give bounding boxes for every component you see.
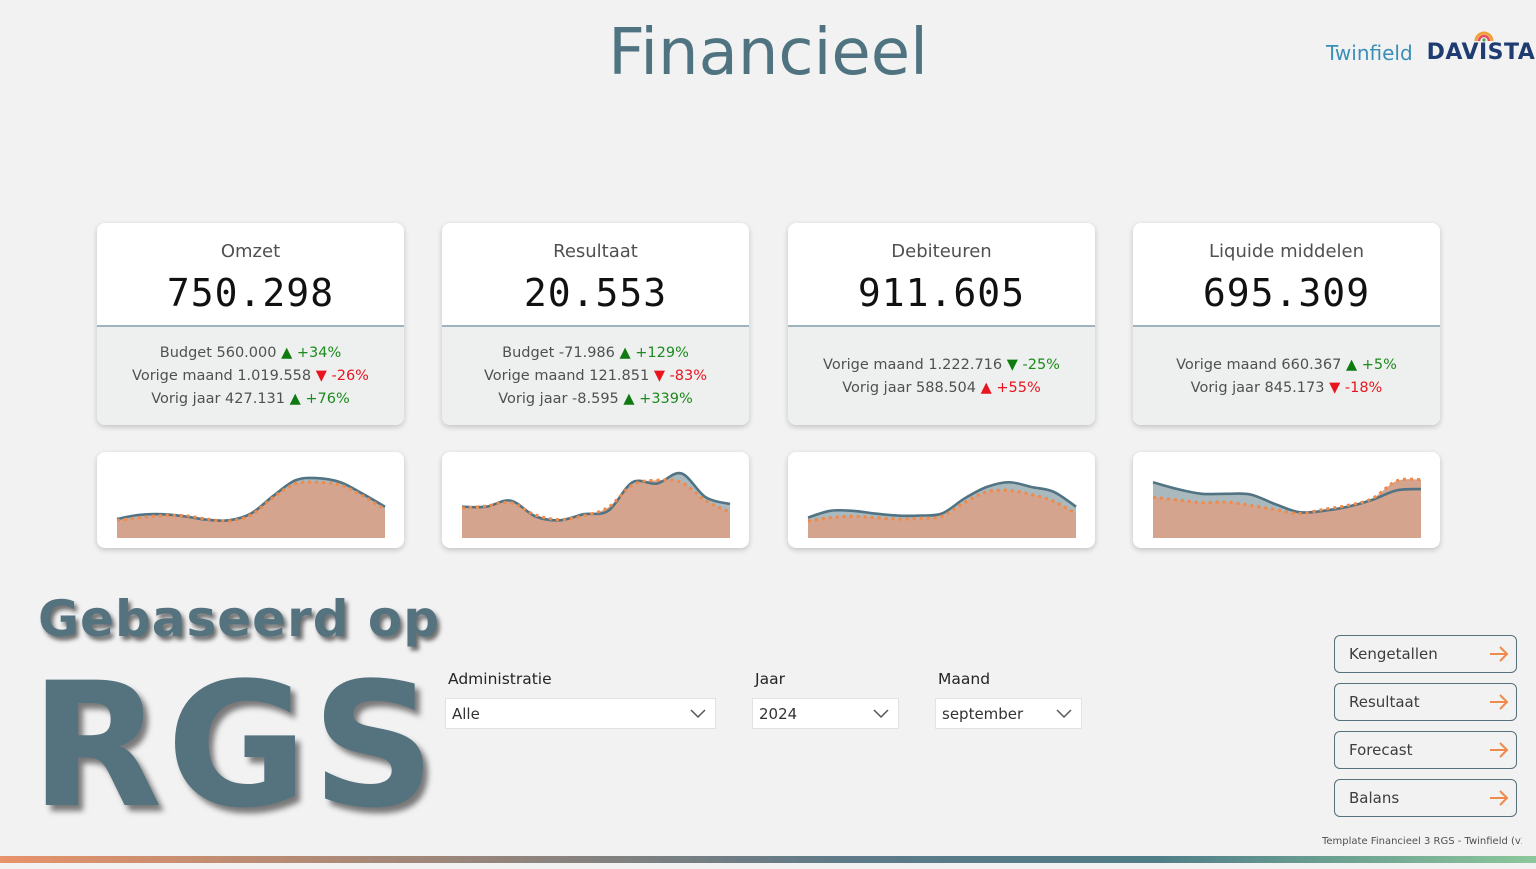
nav-button-label: Kengetallen xyxy=(1349,645,1438,663)
nav-button-label: Balans xyxy=(1349,789,1400,807)
arrow-down-icon: ▼ xyxy=(315,368,327,384)
nav-button-label: Forecast xyxy=(1349,741,1413,759)
kpi-card-debiteuren: Debiteuren 911.605 Vorige maand 1.222.71… xyxy=(788,223,1095,425)
kpi-value: 750.298 xyxy=(166,271,335,315)
davista-swirl-icon xyxy=(1474,31,1494,42)
comparison-area xyxy=(117,481,385,538)
arrow-up-icon: ▲ xyxy=(281,345,293,361)
kpi-comparisons: Budget -71.986 ▲ +129% Vorige maand 121.… xyxy=(442,325,749,425)
kpi-card-liquide-middelen: Liquide middelen 695.309 Vorige maand 66… xyxy=(1133,223,1440,425)
arrow-right-icon xyxy=(1490,790,1509,806)
arrow-up-icon: ▲ xyxy=(619,345,631,361)
sparkline-chart xyxy=(461,471,731,538)
kpi-comparisons: Vorige maand 660.367 ▲ +5% Vorig jaar 84… xyxy=(1133,325,1440,425)
arrow-right-icon xyxy=(1490,646,1509,662)
jaar-dropdown[interactable]: 2024 xyxy=(752,698,899,729)
kpi-comparison-line: Vorig jaar 845.173 ▼ -18% xyxy=(1190,379,1383,396)
slicer-label-jaar: Jaar xyxy=(755,670,785,688)
kpi-comparison-line: Vorig jaar 427.131 ▲ +76% xyxy=(151,391,350,407)
kpi-title: Liquide middelen xyxy=(1208,241,1365,262)
kpi-comparison-line: Vorig jaar -8.595 ▲ +339% xyxy=(498,391,693,407)
arrow-right-icon xyxy=(1490,694,1509,710)
page-title: Financieel xyxy=(608,16,928,90)
arrow-down-icon: ▼ xyxy=(1006,356,1018,373)
sparkline-card-liquide-middelen[interactable] xyxy=(1133,452,1440,548)
sparkline-chart xyxy=(807,480,1077,538)
sparkline-card-omzet[interactable] xyxy=(97,452,404,548)
kpi-comparison-line: Budget 560.000 ▲ +34% xyxy=(159,345,342,361)
chevron-down-icon xyxy=(873,709,889,719)
slicer-label-administratie: Administratie xyxy=(448,670,552,688)
davista-logo-label: DAVISTA xyxy=(1426,40,1536,65)
nav-button-kengetallen[interactable]: Kengetallen xyxy=(1334,635,1517,673)
kpi-comparison-line: Vorige maand 121.851 ▼ -83% xyxy=(483,368,708,384)
arrow-up-icon: ▲ xyxy=(623,391,635,407)
administratie-dropdown[interactable]: Alle xyxy=(445,698,716,729)
kpi-title: Resultaat xyxy=(553,241,638,262)
overlay-big-title: RGS xyxy=(30,645,440,846)
kpi-comparison-line: Budget -71.986 ▲ +129% xyxy=(502,345,689,361)
davista-logo-text: DAVISTA xyxy=(1426,31,1536,65)
kpi-card-omzet: Omzet 750.298 Budget 560.000 ▲ +34% Vori… xyxy=(97,223,404,425)
kpi-comparisons: Vorige maand 1.222.716 ▼ -25% Vorig jaar… xyxy=(788,325,1095,425)
dropdown-value: Alle xyxy=(452,704,480,723)
arrow-up-icon: ▲ xyxy=(1345,356,1358,373)
maand-dropdown[interactable]: september xyxy=(935,698,1082,729)
twinfield-logo-text: Twinfield xyxy=(1326,41,1413,65)
sparkline-chart xyxy=(1152,477,1422,538)
chevron-down-icon xyxy=(1056,709,1072,719)
overlay-subtitle: Gebaseerd op xyxy=(38,590,441,648)
chevron-down-icon xyxy=(690,709,706,719)
footer-gradient-bar xyxy=(0,856,1536,863)
kpi-comparisons: Budget 560.000 ▲ +34% Vorige maand 1.019… xyxy=(97,325,404,425)
nav-button-forecast[interactable]: Forecast xyxy=(1334,731,1517,769)
kpi-value: 20.553 xyxy=(523,271,668,315)
arrow-down-icon: ▼ xyxy=(1329,379,1341,396)
kpi-comparison-line: Vorige maand 1.019.558 ▼ -26% xyxy=(132,368,369,384)
slicer-label-maand: Maand xyxy=(938,670,991,688)
arrow-up-icon: ▲ xyxy=(289,391,301,407)
kpi-card-resultaat: Resultaat 20.553 Budget -71.986 ▲ +129% … xyxy=(442,223,749,425)
dropdown-value: september xyxy=(942,704,1024,723)
kpi-title: Debiteuren xyxy=(891,241,992,262)
company-logo: Twinfield DAVISTA xyxy=(1326,31,1536,65)
arrow-right-icon xyxy=(1490,742,1509,758)
sparkline-chart xyxy=(116,476,386,538)
kpi-comparison-line: Vorige maand 1.222.716 ▼ -25% xyxy=(823,356,1060,373)
dropdown-value: 2024 xyxy=(759,704,798,723)
sparkline-card-debiteuren[interactable] xyxy=(788,452,1095,548)
kpi-value: 695.309 xyxy=(1202,271,1371,315)
arrow-down-icon: ▼ xyxy=(653,368,665,384)
kpi-value: 911.605 xyxy=(857,271,1026,315)
kpi-title: Omzet xyxy=(220,241,281,262)
arrow-up-icon: ▲ xyxy=(980,379,992,396)
kpi-comparison-line: Vorige maand 660.367 ▲ +5% xyxy=(1176,356,1397,373)
nav-button-label: Resultaat xyxy=(1349,693,1420,711)
kpi-comparison-line: Vorig jaar 588.504 ▲ +55% xyxy=(842,379,1041,396)
footer-template-name: Template Financieel 3 RGS - Twinfield (v… xyxy=(1322,836,1522,847)
nav-button-balans[interactable]: Balans xyxy=(1334,779,1517,817)
nav-button-resultaat[interactable]: Resultaat xyxy=(1334,683,1517,721)
sparkline-card-resultaat[interactable] xyxy=(442,452,749,548)
